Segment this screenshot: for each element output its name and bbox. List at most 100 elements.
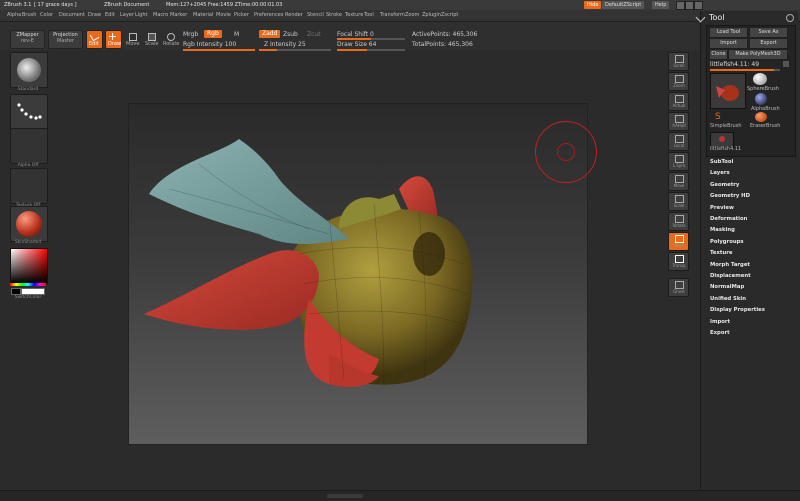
shelf-actual-button[interactable]: Actual: [668, 92, 689, 111]
section-unified-skin[interactable]: Unified Skin: [710, 296, 746, 302]
sphere-brush-icon[interactable]: [753, 73, 767, 85]
menu-preferences[interactable]: Preferences: [254, 12, 283, 18]
export-button[interactable]: Export: [749, 38, 788, 49]
m-button[interactable]: M: [234, 31, 239, 38]
section-masking[interactable]: Masking: [710, 227, 735, 233]
hue-strip[interactable]: [10, 283, 46, 286]
help-button[interactable]: Help: [652, 1, 670, 9]
shelf-rotate-button[interactable]: Rotate: [668, 212, 689, 231]
maximize-icon[interactable]: [685, 1, 694, 10]
section-layers[interactable]: Layers: [710, 170, 730, 176]
menu-marker[interactable]: Marker: [170, 12, 187, 18]
menu-tool[interactable]: Tool: [364, 12, 374, 18]
stroke-selector[interactable]: [10, 94, 48, 130]
shelf-zoom-button[interactable]: Zoom: [668, 72, 689, 91]
zmapper-button[interactable]: ZMapper rev-E: [10, 30, 45, 49]
shelf-polyf-button[interactable]: PolyF: [668, 232, 689, 251]
rgb-intensity-slider[interactable]: Rgb Intensity 100: [183, 41, 236, 48]
primary-color-swatch[interactable]: [11, 288, 21, 295]
scale-button[interactable]: Scale: [143, 30, 160, 49]
mrgb-button[interactable]: Mrgb: [183, 31, 198, 38]
menu-material[interactable]: Material: [193, 12, 213, 18]
brush-selector[interactable]: [10, 52, 48, 88]
eraser-brush-icon[interactable]: [755, 112, 767, 122]
texture-selector[interactable]: [10, 168, 48, 204]
rgb-button[interactable]: Rgb: [204, 30, 222, 38]
focal-shift-slider[interactable]: Focal Shift 0: [337, 31, 374, 38]
shelf-local-button[interactable]: Local: [668, 132, 689, 151]
shelf-move-button[interactable]: Move: [668, 172, 689, 191]
menu-movie[interactable]: Movie: [216, 12, 231, 18]
move-button[interactable]: Move: [124, 30, 141, 49]
menu-zplugin[interactable]: Zplugin: [422, 12, 441, 18]
section-morph-target[interactable]: Morph Target: [710, 262, 750, 268]
draw-size-track[interactable]: [337, 49, 405, 51]
menu-zoom[interactable]: Zoom: [405, 12, 419, 18]
menu-draw[interactable]: Draw: [88, 12, 101, 18]
alpha-brush-icon[interactable]: [755, 93, 767, 105]
draw-size-slider[interactable]: Draw Size 64: [337, 41, 376, 48]
zcut-button[interactable]: Zcut: [307, 31, 321, 38]
save-as-button[interactable]: Save As: [749, 27, 788, 38]
section-displacement[interactable]: Displacement: [710, 273, 751, 279]
section-preview[interactable]: Preview: [710, 205, 734, 211]
menu-layer[interactable]: Layer: [120, 12, 134, 18]
clone-button[interactable]: Clone: [709, 49, 728, 60]
menu-stencil[interactable]: Stencil: [307, 12, 324, 18]
shelf-lsym-button[interactable]: L.Sym: [668, 152, 689, 171]
menu-color[interactable]: Color: [40, 12, 53, 18]
zsub-button[interactable]: Zsub: [283, 31, 298, 38]
menu-render[interactable]: Render: [285, 12, 303, 18]
section-subtool[interactable]: SubTool: [710, 159, 733, 165]
shelf-scroll-button[interactable]: Scroll: [668, 52, 689, 71]
color-picker[interactable]: [10, 248, 48, 284]
menu-light[interactable]: Light: [135, 12, 147, 18]
reset-tool-icon[interactable]: [782, 60, 790, 68]
shelf-aahalf-button[interactable]: AAHalf: [668, 112, 689, 131]
menu-edit[interactable]: Edit: [105, 12, 115, 18]
menu-macro[interactable]: Macro: [153, 12, 168, 18]
z-intensity-slider[interactable]: Z Intensity 25: [264, 41, 306, 48]
menu-brush[interactable]: Brush: [22, 12, 36, 18]
section-normalmap[interactable]: NormalMap: [710, 284, 744, 290]
section-deformation[interactable]: Deformation: [710, 216, 747, 222]
focal-shift-track[interactable]: [337, 38, 405, 40]
section-geometry-hd[interactable]: Geometry HD: [710, 193, 750, 199]
section-texture[interactable]: Texture: [710, 250, 732, 256]
simple-brush-icon[interactable]: S: [715, 112, 725, 122]
refresh-icon[interactable]: [786, 14, 794, 22]
switchcolor-label[interactable]: SwitchColor: [0, 295, 56, 300]
menu-stroke[interactable]: Stroke: [326, 12, 342, 18]
default-zscript-button[interactable]: DefaultZScript: [602, 1, 645, 9]
current-tool-thumb[interactable]: [710, 73, 746, 109]
zadd-button[interactable]: Zadd: [259, 30, 281, 38]
minimize-icon[interactable]: [676, 1, 685, 10]
menu-alpha[interactable]: Alpha: [7, 12, 21, 18]
rotate-button[interactable]: Rotate: [162, 30, 179, 49]
document-canvas[interactable]: [128, 103, 588, 445]
menu-zscript[interactable]: Zscript: [441, 12, 458, 18]
rgb-intensity-track[interactable]: [183, 49, 255, 51]
shelf-ghost-button[interactable]: Ghost: [668, 278, 689, 297]
alpha-selector[interactable]: [10, 128, 48, 164]
menu-document[interactable]: Document: [59, 12, 85, 18]
load-tool-button[interactable]: Load Tool: [709, 27, 748, 38]
section-geometry[interactable]: Geometry: [710, 182, 739, 188]
hide-button[interactable]: Hide: [584, 1, 602, 9]
section-display-properties[interactable]: Display Properties: [710, 307, 765, 313]
current-tool-slider[interactable]: littlefish4.11: 49: [710, 61, 759, 68]
make-polymesh-button[interactable]: Make PolyMesh3D: [728, 49, 788, 60]
current-tool-track[interactable]: [710, 69, 780, 71]
z-intensity-track[interactable]: [259, 49, 331, 51]
projection-master-button[interactable]: Projection Master: [48, 30, 83, 49]
import-button[interactable]: Import: [709, 38, 748, 49]
shelf-transp-button[interactable]: Transp: [668, 252, 689, 271]
draw-button[interactable]: Draw: [105, 30, 122, 49]
menu-transform[interactable]: Transform: [380, 12, 405, 18]
section-polygroups[interactable]: Polygroups: [710, 239, 744, 245]
menu-texture[interactable]: Texture: [345, 12, 363, 18]
close-icon[interactable]: [694, 1, 703, 10]
bottom-shelf-handle[interactable]: [327, 494, 363, 498]
section-import[interactable]: Import: [710, 319, 730, 325]
material-selector[interactable]: [10, 206, 48, 242]
